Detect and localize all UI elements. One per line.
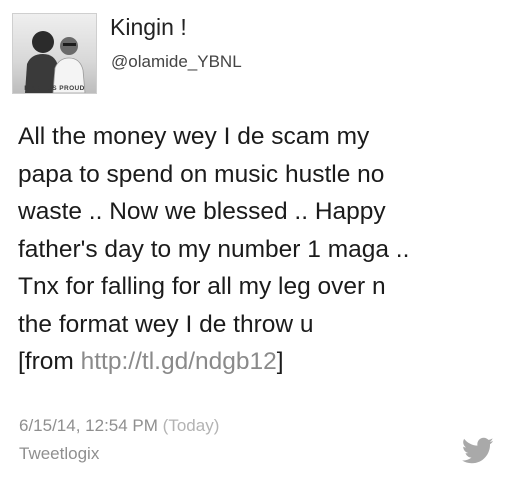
tweet-line: waste .. Now we blessed .. Happy	[18, 198, 386, 225]
tweet-line: father's day to my number 1 maga ..	[18, 235, 410, 263]
timestamp: 6/15/14, 12:54 PM (Today)	[19, 416, 219, 436]
tweet-line: papa to spend on music hustle no	[18, 160, 385, 188]
avatar-caption: MAKE US PROUD	[24, 85, 85, 92]
tweet-line: Tnx for falling for all my leg over n	[18, 273, 386, 300]
twitter-bird-icon	[462, 437, 494, 464]
from-prefix: [from	[18, 348, 81, 375]
tweet-line: the format wey I de throw u	[18, 310, 314, 338]
display-name[interactable]: Kingin !	[110, 13, 187, 41]
from-suffix: ]	[276, 348, 284, 375]
tweet-line: All the money wey I de scam my	[18, 123, 370, 150]
tweet-from-line: [from http://tl.gd/ndgb12]	[18, 343, 498, 381]
avatar-photo	[25, 31, 86, 93]
user-handle[interactable]: @olamide_YBNL	[111, 52, 242, 72]
timestamp-value: 6/15/14, 12:54 PM	[19, 416, 158, 435]
tweet-text: All the money wey I de scam my papa to s…	[18, 118, 498, 381]
tweet-link[interactable]: http://tl.gd/ndgb12	[81, 348, 277, 375]
avatar[interactable]: MAKE US PROUD	[12, 13, 97, 94]
relative-time: (Today)	[162, 416, 220, 435]
client-source[interactable]: Tweetlogix	[19, 444, 99, 464]
